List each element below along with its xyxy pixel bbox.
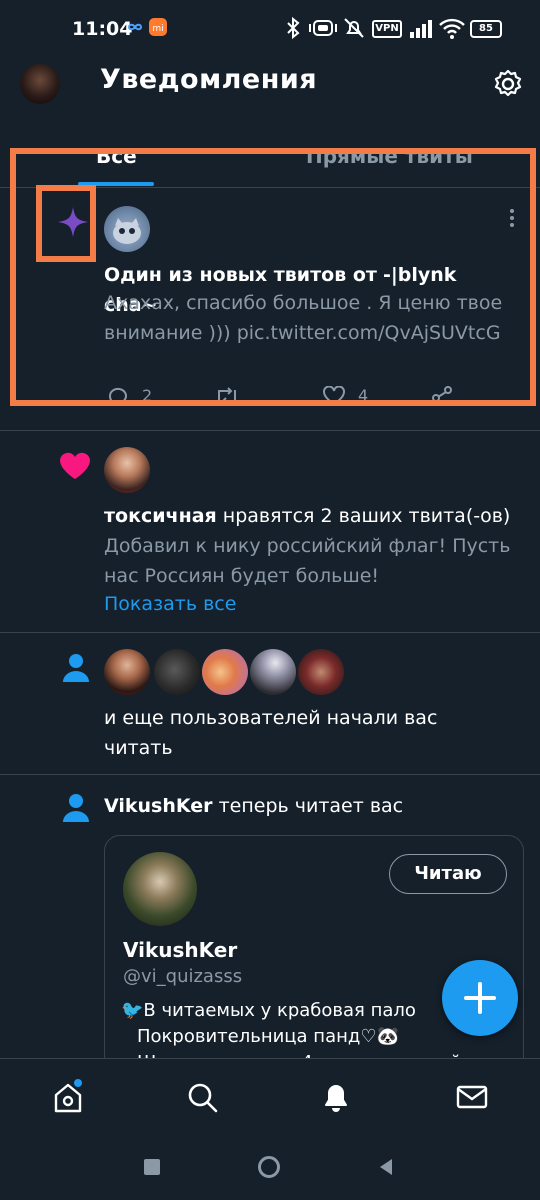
follows-text: и еще пользователей начали вас читать (104, 707, 438, 759)
user-card-handle: @vi_quizasss (123, 966, 243, 987)
bluetooth-icon (287, 16, 300, 40)
heart-icon (60, 452, 90, 479)
follower-avatar-2[interactable] (154, 649, 200, 695)
likes-headline: токсичная нравятся 2 ваших твита(-ов) (104, 501, 524, 531)
likes-action: нравятся 2 ваших твита(-ов) (222, 505, 511, 527)
svg-text:mi: mi (152, 24, 163, 34)
wifi-icon (439, 18, 465, 39)
vpn-badge: VPN (372, 20, 402, 38)
following-button[interactable]: Читаю (389, 854, 507, 894)
notification-likes[interactable]: токсичная нравятся 2 ваших твита(-ов) До… (0, 431, 540, 631)
home-icon[interactable] (50, 1079, 86, 1115)
status-time: 11:04 (72, 18, 133, 40)
settings-gear-icon[interactable] (488, 66, 528, 102)
follow-headline: VikushKer теперь читает вас (104, 791, 524, 821)
signal-icon (410, 20, 432, 38)
person-icon (63, 794, 89, 822)
mute-icon (344, 18, 364, 38)
liker-avatar[interactable] (104, 447, 150, 493)
page-title: Уведомления (100, 64, 318, 95)
infinity-icon (127, 23, 143, 31)
bottom-navigation (0, 1058, 540, 1138)
battery-indicator: 85 (470, 20, 502, 38)
status-bar: 11:04 mi VPN 85 (0, 0, 540, 60)
notifications-bell-icon[interactable] (318, 1079, 354, 1115)
profile-avatar[interactable] (20, 64, 60, 104)
vibrate-icon (309, 20, 337, 36)
user-card-name[interactable]: VikushKer (123, 938, 237, 962)
follower-avatar-3[interactable] (202, 649, 248, 695)
plus-icon (464, 982, 496, 1014)
system-navigation-bar (0, 1138, 540, 1200)
recents-button[interactable] (144, 1159, 160, 1175)
follower-avatar-1[interactable] (104, 649, 150, 695)
follow-action: теперь читает вас (218, 795, 404, 817)
search-icon[interactable] (184, 1079, 220, 1115)
follower-name[interactable]: VikushKer (104, 795, 213, 817)
bio-line-3: Шикадэту и еще 4 пользователей (121, 1050, 521, 1058)
messages-icon[interactable] (454, 1079, 490, 1115)
liked-tweet-text: Добавил к нику российский флаг! Пусть на… (104, 535, 511, 587)
app-notification-icon: mi (149, 18, 167, 36)
show-all-link[interactable]: Показать все (104, 589, 236, 619)
notification-follows[interactable]: и еще пользователей начали вас читать (0, 633, 540, 773)
compose-tweet-button[interactable] (442, 960, 518, 1036)
follower-avatar-5[interactable] (298, 649, 344, 695)
back-icon[interactable] (376, 1157, 396, 1177)
home-system-button[interactable] (258, 1156, 280, 1178)
user-card-avatar[interactable] (123, 852, 197, 926)
person-icon (63, 654, 89, 682)
follower-avatar-4[interactable] (250, 649, 296, 695)
highlight-icon-box (36, 185, 96, 262)
liker-name[interactable]: токсичная (104, 505, 217, 527)
